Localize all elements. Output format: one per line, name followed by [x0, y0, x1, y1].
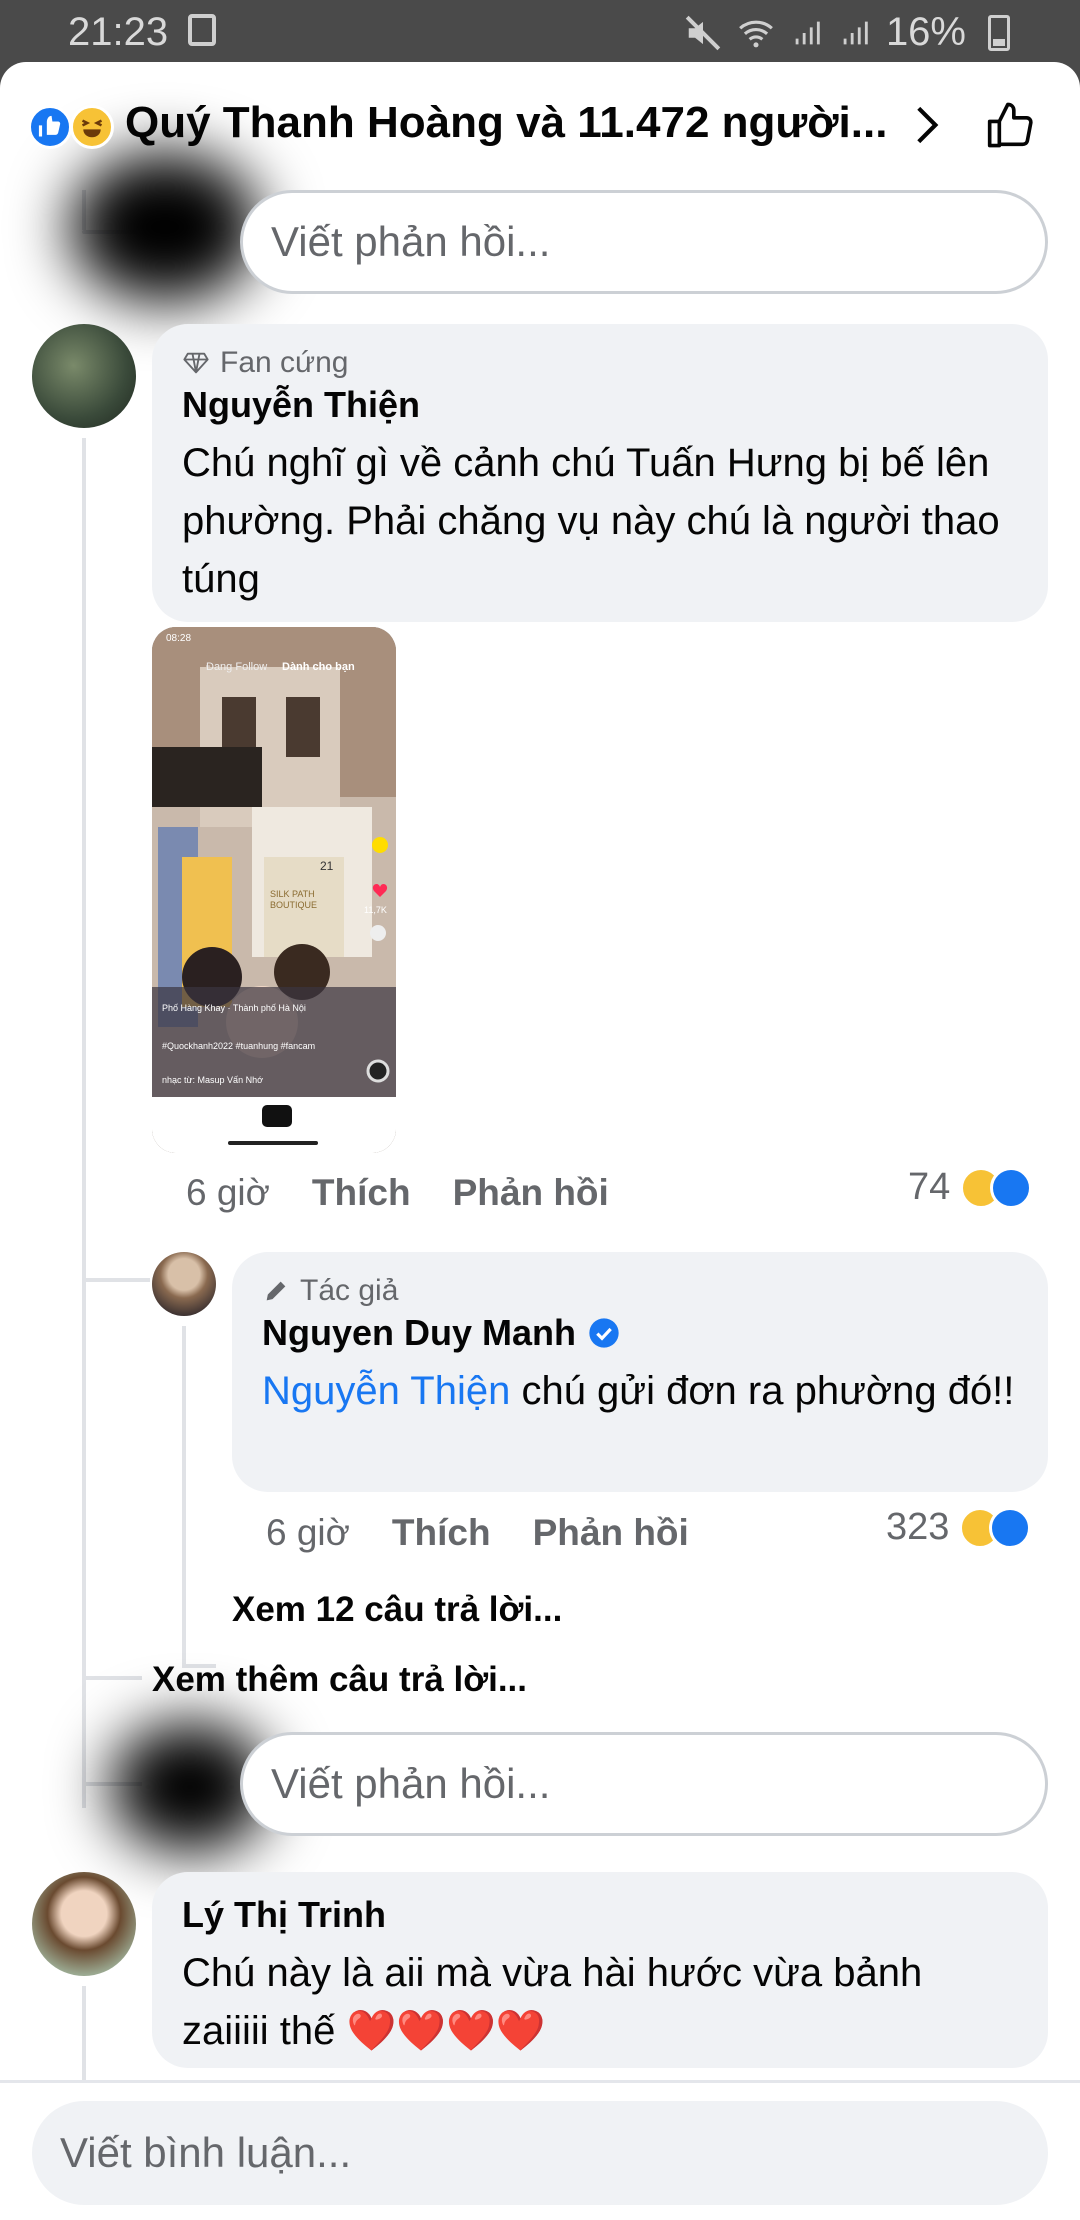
reply-placeholder: Viết phản hồi... [271, 1760, 551, 1807]
like-reaction-icon [989, 1506, 1032, 1549]
status-time: 21:23 [68, 10, 169, 54]
top-fan-badge: Fan cứng [182, 346, 1018, 380]
reply-body: chú gửi đơn ra phường đó!! [510, 1369, 1015, 1413]
reply-input[interactable]: Viết phản hồi... [240, 190, 1048, 294]
avatar[interactable] [32, 1872, 136, 1976]
video-tab-following[interactable]: Đang Follow [206, 661, 267, 673]
reaction-summary[interactable]: 74 [908, 1166, 1033, 1209]
video-shop-sign: SILK PATH BOUTIQUE [270, 889, 318, 910]
video-likes: 11,7K [364, 905, 387, 915]
comments-sheet: Quý Thanh Hoàng và 11.472 người... Viết … [0, 62, 1080, 2220]
reply-actions: 6 giờ Thích Phản hồi [266, 1512, 689, 1554]
mute-icon [685, 15, 721, 50]
avatar[interactable] [152, 1252, 216, 1316]
avatar[interactable] [32, 324, 136, 428]
comment-text: Chú này là aii mà vừa hài hước vừa bảnh … [182, 1951, 923, 2053]
comment-time: 6 giờ [186, 1172, 270, 1213]
comment-actions: 6 giờ Thích Phản hồi [186, 1172, 609, 1214]
status-bar: 21:23 16% [0, 0, 1080, 62]
thread-line [82, 1278, 150, 1282]
battery-percent: 16% [885, 10, 966, 54]
reply-button[interactable]: Phản hồi [453, 1172, 609, 1214]
video-attachment[interactable]: 08:28 Đang Follow Dành cho bạn 21 SILK P… [152, 627, 396, 1153]
reaction-summary[interactable]: 323 [886, 1506, 1032, 1549]
view-more-replies-link[interactable]: Xem thêm câu trả lời... [152, 1660, 527, 1700]
comment-author[interactable]: Nguyễn Thiện [182, 384, 1018, 426]
signal-icon [795, 21, 820, 44]
gallery-icon [188, 14, 216, 46]
comment-bubble: Lý Thị Trinh Chú này là aii mà vừa hài h… [152, 1872, 1048, 2068]
video-hashtags: #Quockhanh2022 #tuanhung #fancam [162, 1041, 316, 1051]
signal-icon-2 [843, 21, 868, 44]
like-outline-icon[interactable] [980, 96, 1038, 154]
header-title: Quý Thanh Hoàng và 11.472 người... [125, 98, 885, 147]
thread-line [82, 438, 86, 1808]
video-status-time: 08:28 [166, 633, 192, 644]
thread-line [82, 1676, 142, 1680]
thread-line [182, 1326, 186, 1666]
comment-input[interactable]: Viết bình luận... [32, 2101, 1048, 2205]
reaction-count: 323 [886, 1506, 950, 1548]
author-name[interactable]: Nguyen Duy Manh [262, 1312, 576, 1354]
reply-input[interactable]: Viết phản hồi... [240, 1732, 1048, 1836]
reply-author[interactable]: Nguyen Duy Manh [262, 1312, 1018, 1354]
reply-bubble: Tác giả Nguyen Duy Manh Nguyễn Thiện chú… [232, 1252, 1048, 1492]
reply-text: Nguyễn Thiện chú gửi đơn ra phường đó!! [262, 1362, 1018, 1420]
video-music: nhạc từ: Masup Vấn Nhớ [162, 1075, 263, 1085]
like-button[interactable]: Thích [392, 1512, 491, 1554]
redacted-avatar [70, 152, 260, 302]
like-reaction-icon [28, 105, 72, 149]
video-location: Phố Hàng Khay · Thành phố Hà Nội [162, 1003, 306, 1013]
chevron-right-icon[interactable] [900, 100, 950, 150]
author-badge: Tác giả [262, 1274, 1018, 1308]
badge-label: Fan cứng [220, 346, 349, 379]
reaction-count: 74 [908, 1166, 951, 1208]
badge-label: Tác giả [300, 1274, 399, 1307]
like-reaction-icon [990, 1166, 1033, 1209]
reply-time: 6 giờ [266, 1512, 350, 1553]
comment-placeholder: Viết bình luận... [60, 2129, 352, 2176]
mention-link[interactable]: Nguyễn Thiện [262, 1369, 510, 1413]
comment-author[interactable]: Lý Thị Trinh [182, 1894, 1018, 1936]
video-house-number: 21 [320, 859, 334, 873]
comment-bubble: Fan cứng Nguyễn Thiện Chú nghĩ gì về cản… [152, 324, 1048, 622]
wifi-icon [739, 20, 773, 47]
reply-placeholder: Viết phản hồi... [271, 218, 551, 265]
diamond-icon [183, 352, 209, 374]
author-name[interactable]: Nguyễn Thiện [182, 384, 420, 426]
author-name[interactable]: Lý Thị Trinh [182, 1894, 386, 1936]
haha-reaction-icon [70, 105, 114, 149]
video-tab-foryou[interactable]: Dành cho bạn [282, 661, 355, 673]
pencil-icon [266, 1281, 286, 1301]
verified-icon [589, 1318, 619, 1348]
reply-button[interactable]: Phản hồi [533, 1512, 689, 1554]
view-replies-link[interactable]: Xem 12 câu trả lời... [232, 1590, 562, 1630]
battery-icon [988, 14, 1010, 51]
comment-text: Chú nghĩ gì về cảnh chú Tuấn Hưng bị bế … [182, 441, 1000, 601]
like-button[interactable]: Thích [312, 1172, 411, 1214]
comment-composer: Viết bình luận... [0, 2080, 1080, 2220]
status-icons: 16% [684, 10, 1010, 55]
